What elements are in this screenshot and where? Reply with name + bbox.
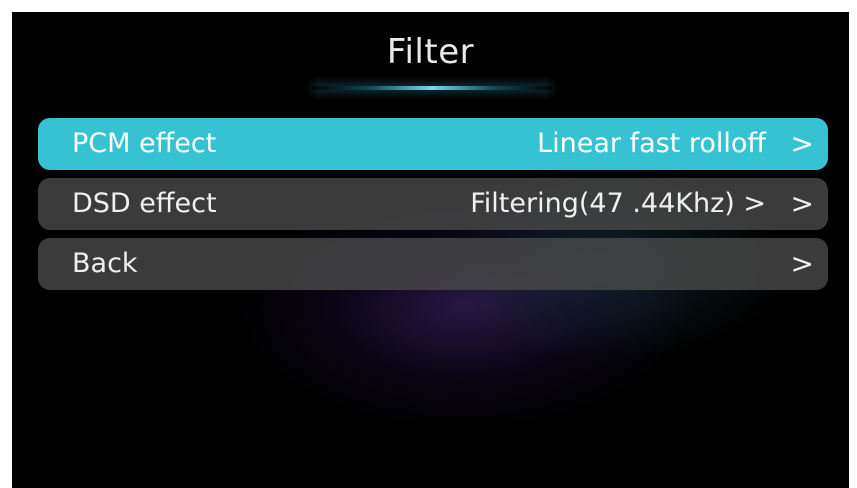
- chevron-right-icon: >: [790, 247, 814, 280]
- filter-menu: PCM effect Linear fast rolloff > DSD eff…: [38, 118, 828, 298]
- menu-item-value: Filtering(47 .44Khz) >: [470, 188, 766, 219]
- menu-item-label: Back: [72, 248, 138, 279]
- menu-item-label: PCM effect: [72, 128, 217, 159]
- page-title: Filter: [386, 32, 475, 72]
- menu-item-dsd-effect[interactable]: DSD effect Filtering(47 .44Khz) > >: [38, 178, 828, 230]
- device-screen: Filter PCM effect Linear fast rolloff > …: [12, 12, 849, 488]
- title-underline: [312, 86, 552, 90]
- menu-item-pcm-effect[interactable]: PCM effect Linear fast rolloff >: [38, 118, 828, 170]
- menu-item-back[interactable]: Back >: [38, 238, 828, 290]
- chevron-right-icon: >: [790, 187, 814, 220]
- menu-item-label: DSD effect: [72, 188, 217, 219]
- menu-item-value: Linear fast rolloff: [537, 128, 766, 159]
- chevron-right-icon: >: [790, 127, 814, 160]
